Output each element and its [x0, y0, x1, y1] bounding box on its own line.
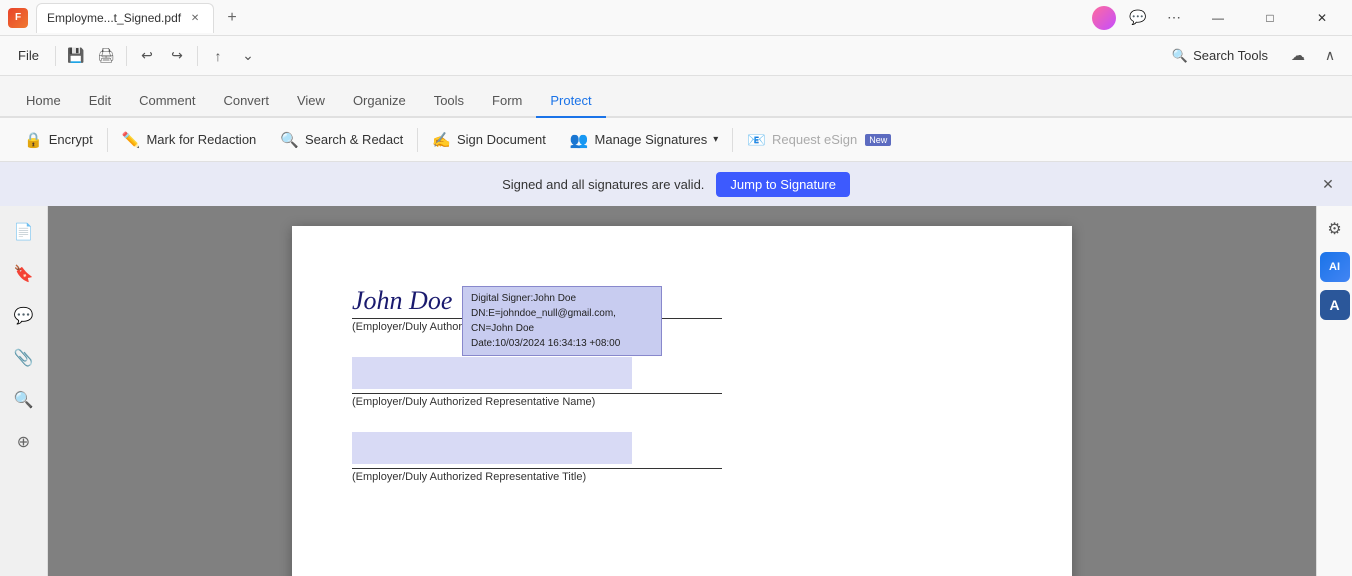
notification-message: Signed and all signatures are valid.	[502, 177, 704, 192]
notification-close-button[interactable]: ✕	[1316, 172, 1340, 196]
signature-block: John Doe Digital Signer:John Doe DN:E=jo…	[352, 286, 1012, 333]
mark-for-redaction-button[interactable]: ✏️ Mark for Redaction	[110, 125, 269, 155]
signature-label: (Employer/Duly Authorized Representative…	[352, 321, 1012, 333]
maximize-button[interactable]: □	[1248, 0, 1292, 36]
undo-button[interactable]: ↩	[133, 42, 161, 70]
user-avatar[interactable]	[1092, 6, 1116, 30]
main-layout: 📄 🔖 💬 📎 🔍 ⊕ John Doe Digital Signer:John…	[0, 206, 1352, 576]
sign-document-button[interactable]: ✍️ Sign Document	[420, 125, 558, 155]
ribbon: 🔒 Encrypt ✏️ Mark for Redaction 🔍 Search…	[0, 118, 1352, 162]
app-icon: F	[8, 8, 28, 28]
name-field-block: (Employer/Duly Authorized Representative…	[352, 357, 1012, 408]
ribbon-sep-3	[732, 128, 733, 152]
menu-separator-1	[55, 46, 56, 66]
tooltip-line2: DN:E=johndoe_null@gmail.com,	[471, 306, 653, 321]
pdf-page: John Doe Digital Signer:John Doe DN:E=jo…	[292, 226, 1072, 576]
title-field-block: (Employer/Duly Authorized Representative…	[352, 432, 1012, 483]
request-esign-label: Request eSign	[772, 132, 857, 147]
encrypt-icon: 🔒	[24, 131, 43, 149]
sign-doc-label: Sign Document	[457, 132, 546, 147]
sign-doc-icon: ✍️	[432, 131, 451, 149]
search-tools-icon: 🔍	[1172, 48, 1188, 64]
tooltip-line1: Digital Signer:John Doe	[471, 291, 653, 306]
name-field[interactable]	[352, 357, 632, 389]
manage-signatures-button[interactable]: 👥 Manage Signatures ▾	[558, 125, 730, 155]
signature-area: John Doe Digital Signer:John Doe DN:E=jo…	[352, 286, 1012, 483]
redo-button[interactable]: ↪	[163, 42, 191, 70]
search-tools-button[interactable]: 🔍 Search Tools	[1160, 42, 1280, 70]
more-button[interactable]: ⋯	[1160, 4, 1188, 32]
tab-tools[interactable]: Tools	[420, 85, 478, 118]
ribbon-sep-1	[107, 128, 108, 152]
titlebar-controls: 💬 ⋯ — □ ✕	[1092, 0, 1344, 36]
pdf-viewer[interactable]: John Doe Digital Signer:John Doe DN:E=jo…	[48, 206, 1316, 576]
ai-assistant-button[interactable]: AI	[1320, 252, 1350, 282]
sidebar-bookmarks-icon[interactable]: 🔖	[6, 256, 42, 292]
word-addon-button[interactable]: A	[1320, 290, 1350, 320]
active-tab[interactable]: Employme...t_Signed.pdf ✕	[36, 3, 214, 33]
name-label: (Employer/Duly Authorized Representative…	[352, 396, 1012, 408]
sidebar-comments-icon[interactable]: 💬	[6, 298, 42, 334]
sidebar-pages-icon[interactable]: 📄	[6, 214, 42, 250]
tooltip-line4: Date:10/03/2024 16:34:13 +08:00	[471, 336, 653, 351]
search-redact-icon: 🔍	[280, 131, 299, 149]
title-line	[352, 468, 722, 469]
request-esign-icon: 📧	[747, 131, 766, 149]
manage-sigs-label: Manage Signatures	[595, 132, 708, 147]
save-button[interactable]: 💾	[62, 42, 90, 70]
menu-separator-2	[126, 46, 127, 66]
signature-name: John Doe	[352, 286, 452, 316]
tab-form[interactable]: Form	[478, 85, 536, 118]
tab-edit[interactable]: Edit	[75, 85, 125, 118]
tab-comment[interactable]: Comment	[125, 85, 209, 118]
manage-sigs-chevron: ▾	[713, 134, 718, 145]
mark-redaction-icon: ✏️	[122, 131, 141, 149]
cloud-button[interactable]: ☁	[1284, 42, 1312, 70]
menubar: File 💾 🖨 ↩ ↪ ↑ ⌄ 🔍 Search Tools ☁ ∧	[0, 36, 1352, 76]
titlebar: F Employme...t_Signed.pdf ✕ + 💬 ⋯ — □ ✕	[0, 0, 1352, 36]
notification-bar: Signed and all signatures are valid. Jum…	[0, 162, 1352, 206]
print-button[interactable]: 🖨	[92, 42, 120, 70]
name-line	[352, 393, 722, 394]
encrypt-button[interactable]: 🔒 Encrypt	[12, 125, 105, 155]
encrypt-label: Encrypt	[49, 132, 93, 147]
title-field[interactable]	[352, 432, 632, 464]
file-menu[interactable]: File	[8, 44, 49, 67]
tooltip-line3: CN=John Doe	[471, 321, 653, 336]
signature-tooltip: Digital Signer:John Doe DN:E=johndoe_nul…	[462, 286, 662, 356]
jump-to-signature-button[interactable]: Jump to Signature	[716, 172, 850, 197]
right-sidebar: ⚙ AI A	[1316, 206, 1352, 576]
search-tools-label: Search Tools	[1193, 48, 1268, 63]
title-label: (Employer/Duly Authorized Representative…	[352, 471, 1012, 483]
search-redact-label: Search & Redact	[305, 132, 403, 147]
tab-close-button[interactable]: ✕	[187, 10, 203, 26]
mark-redaction-label: Mark for Redaction	[146, 132, 256, 147]
tab-view[interactable]: View	[283, 85, 339, 118]
sidebar-layers-icon[interactable]: ⊕	[6, 424, 42, 460]
sidebar-search-icon[interactable]: 🔍	[6, 382, 42, 418]
tab-convert[interactable]: Convert	[209, 85, 283, 118]
new-tab-button[interactable]: +	[218, 4, 246, 32]
request-esign-button[interactable]: 📧 Request eSign New	[735, 125, 903, 155]
panel-settings-button[interactable]: ⚙	[1320, 214, 1350, 244]
nav-tabs: Home Edit Comment Convert View Organize …	[0, 76, 1352, 118]
tab-organize[interactable]: Organize	[339, 85, 420, 118]
menubar-right: 🔍 Search Tools ☁ ∧	[1160, 42, 1344, 70]
manage-sigs-icon: 👥	[570, 131, 589, 149]
tab-protect[interactable]: Protect	[536, 85, 605, 118]
chat-button[interactable]: 💬	[1124, 4, 1152, 32]
tab-home[interactable]: Home	[12, 85, 75, 118]
share-button[interactable]: ↑	[204, 42, 232, 70]
menu-separator-3	[197, 46, 198, 66]
search-redact-button[interactable]: 🔍 Search & Redact	[268, 125, 415, 155]
close-button[interactable]: ✕	[1300, 0, 1344, 36]
minimize-button[interactable]: —	[1196, 0, 1240, 36]
left-sidebar: 📄 🔖 💬 📎 🔍 ⊕	[0, 206, 48, 576]
sidebar-attachments-icon[interactable]: 📎	[6, 340, 42, 376]
new-badge: New	[865, 134, 891, 146]
collapse-button[interactable]: ∧	[1316, 42, 1344, 70]
ribbon-sep-2	[417, 128, 418, 152]
more-tools-button[interactable]: ⌄	[234, 42, 262, 70]
tab-title: Employme...t_Signed.pdf	[47, 11, 181, 25]
